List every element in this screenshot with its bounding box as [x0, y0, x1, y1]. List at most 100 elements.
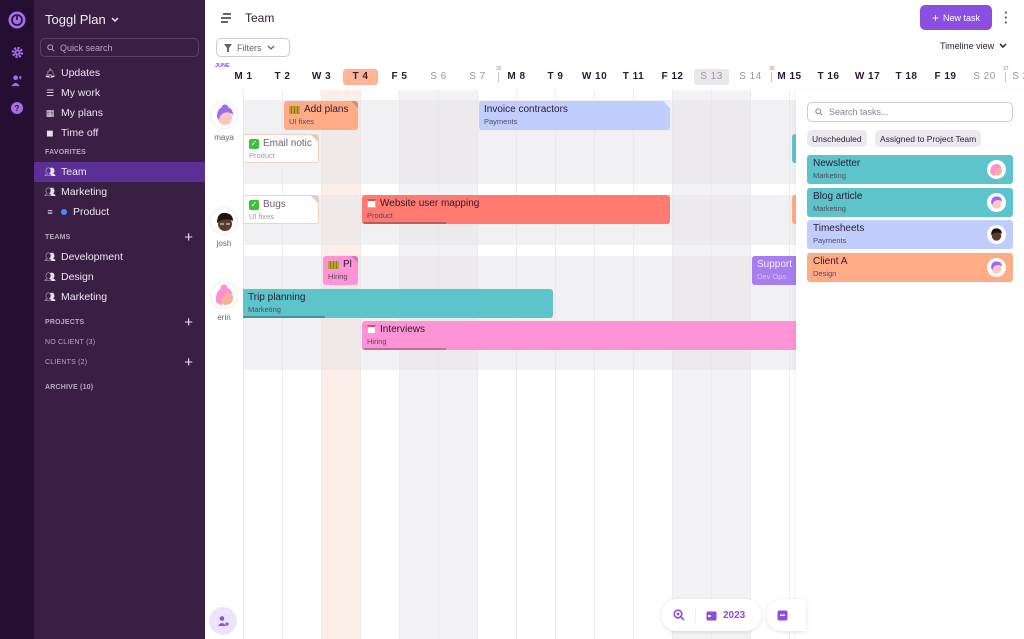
check-icon: ✓: [249, 138, 259, 149]
day-header-t4[interactable]: T 4: [343, 69, 378, 85]
filters-button[interactable]: Filters: [216, 38, 290, 57]
resize-handle[interactable]: [663, 101, 670, 108]
help-icon[interactable]: ?: [8, 99, 26, 117]
day-header-s20[interactable]: S 20: [967, 69, 1002, 85]
task-project: Design: [813, 269, 837, 278]
add-team-button[interactable]: +: [184, 230, 193, 245]
new-task-button[interactable]: + New task: [920, 5, 992, 30]
clients-group[interactable]: CLIENTS (2): [45, 359, 87, 366]
task-bar-pl[interactable]: Pl Hiring: [323, 256, 358, 285]
toggl-logo-icon[interactable]: [8, 11, 26, 29]
chevron-down-icon: [111, 16, 119, 22]
day-header-t9[interactable]: T 9: [538, 69, 573, 85]
sidebar-item-marketing-favorite[interactable]: 👥︎ Marketing: [34, 182, 205, 202]
task-bar-invoice-contractors[interactable]: Invoice contractors Payments: [479, 101, 670, 130]
day-header-m15[interactable]: M 15: [772, 69, 807, 85]
day-header-t2[interactable]: T 2: [265, 69, 300, 85]
bell-icon: 🔔︎: [44, 67, 56, 78]
calendar-icon: [706, 611, 717, 620]
sidebar-item-my-plans[interactable]: ▦ My plans: [34, 103, 205, 123]
task-bar-trip-planning[interactable]: Trip planning Marketing: [243, 289, 553, 318]
task-title: Trip planning: [248, 292, 306, 303]
day-header-m1[interactable]: M 1: [226, 69, 261, 85]
panel-task-newsletter[interactable]: Newsletter Marketing: [807, 155, 1013, 184]
menu-toggle-icon[interactable]: [220, 13, 232, 23]
assignee-avatar-josh: [987, 225, 1006, 244]
task-title: Newsletter: [813, 158, 861, 169]
timeline-grid[interactable]: [243, 90, 796, 639]
chip-unscheduled[interactable]: Unscheduled: [807, 130, 867, 147]
avatar-josh[interactable]: [210, 207, 238, 235]
calendar-icon: [367, 325, 376, 334]
sidebar-item-product[interactable]: ≡ Product: [34, 202, 205, 222]
gear-icon[interactable]: [8, 43, 26, 61]
task-search-input[interactable]: Search tasks...: [807, 102, 1013, 122]
workspace-switcher[interactable]: Toggl Plan: [45, 12, 119, 27]
team-icon[interactable]: [8, 71, 26, 89]
panel-task-timesheets[interactable]: Timesheets Payments: [807, 220, 1013, 249]
teams-heading: TEAMS: [45, 234, 71, 241]
day-header-f19[interactable]: F 19: [928, 69, 963, 85]
no-client-group[interactable]: NO CLIENT (3): [45, 339, 95, 346]
add-project-button[interactable]: +: [184, 315, 193, 330]
filter-icon: [224, 43, 232, 52]
chip-assigned-to-project-team[interactable]: Assigned to Project Team: [875, 130, 982, 147]
more-options-icon[interactable]: · · ·: [1004, 6, 1008, 29]
day-header-s13[interactable]: S 13: [694, 69, 729, 85]
week-separator: [771, 72, 772, 82]
avatar-erin[interactable]: [210, 281, 238, 309]
day-header-f5[interactable]: F 5: [382, 69, 417, 85]
resize-handle[interactable]: [351, 256, 358, 263]
day-header-w17[interactable]: W 17: [850, 69, 885, 85]
day-header-t16[interactable]: T 16: [811, 69, 846, 85]
task-title: Timesheets: [813, 223, 865, 234]
add-client-button[interactable]: +: [184, 355, 193, 370]
task-project: Hiring: [328, 272, 348, 281]
day-header-s6[interactable]: S 6: [421, 69, 456, 85]
day-header-t18[interactable]: T 18: [889, 69, 924, 85]
quick-search-placeholder: Quick search: [60, 42, 113, 53]
view-switcher[interactable]: Timeline view: [940, 41, 1007, 51]
avatar-maya[interactable]: [210, 101, 238, 129]
year-picker[interactable]: 2023: [706, 610, 745, 621]
page-title: Team: [245, 11, 275, 25]
zoom-icon[interactable]: [673, 609, 685, 621]
day-header-m8[interactable]: M 8: [499, 69, 534, 85]
resize-handle[interactable]: [311, 135, 318, 142]
sidebar-item-development[interactable]: 👥︎ Development: [34, 247, 205, 267]
task-progress: [362, 222, 446, 224]
day-header-f12[interactable]: F 12: [655, 69, 690, 85]
day-header-w10[interactable]: W 10: [577, 69, 612, 85]
task-bar-support[interactable]: Support Dev Ops: [752, 256, 796, 285]
day-header-s7[interactable]: S 7: [460, 69, 495, 85]
task-bar-add-plans[interactable]: Add plans UI fixes: [284, 101, 358, 130]
archive-group[interactable]: ARCHIVE (10): [45, 384, 93, 391]
task-bar-bugs[interactable]: ✓ Bugs UI fixes: [243, 195, 319, 224]
add-member-button[interactable]: [209, 607, 237, 635]
day-header-t11[interactable]: T 11: [616, 69, 651, 85]
assignee-avatar-erin: [987, 160, 1006, 179]
panel-task-blog-article[interactable]: Blog article Marketing: [807, 188, 1013, 217]
task-bar-website-user-mapping[interactable]: Website user mapping Product: [362, 195, 670, 224]
day-header-s14[interactable]: S 14: [733, 69, 768, 85]
resize-handle[interactable]: [351, 101, 358, 108]
archive-control[interactable]: [766, 599, 806, 631]
task-title: Blog article: [813, 191, 863, 202]
quick-search-input[interactable]: Quick search: [40, 38, 199, 57]
task-bar-interviews[interactable]: Interviews Hiring: [362, 321, 796, 350]
resize-handle[interactable]: [311, 196, 318, 203]
day-header-w3[interactable]: W 3: [304, 69, 339, 85]
sidebar-item-my-work[interactable]: ☰ My work: [34, 83, 205, 103]
sidebar-item-updates[interactable]: 🔔︎ Updates: [34, 63, 205, 83]
sidebar-item-team[interactable]: 👥︎ Team: [34, 162, 205, 182]
sidebar-item-time-off[interactable]: ◼ Time off: [34, 123, 205, 143]
task-project: UI fixes: [289, 117, 315, 126]
sidebar-item-label: My work: [61, 87, 101, 99]
panel-task-client-a[interactable]: Client A Design: [807, 253, 1013, 282]
sidebar-item-design[interactable]: 👥︎ Design: [34, 267, 205, 287]
search-icon: [815, 108, 823, 116]
task-bar-email-notic[interactable]: ✓ Email notic Product: [243, 134, 319, 163]
year-label: 2023: [723, 609, 746, 621]
sidebar-item-marketing-team[interactable]: 👥︎ Marketing: [34, 287, 205, 307]
plans-icon: ▦: [45, 107, 55, 118]
